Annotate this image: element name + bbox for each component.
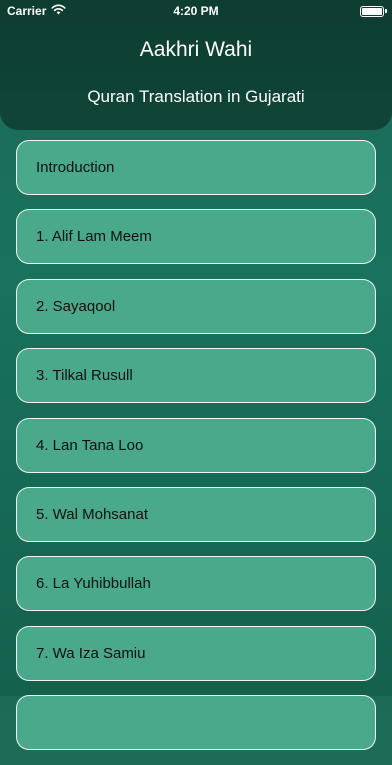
chapter-list: Introduction 1. Alif Lam Meem 2. Sayaqoo… xyxy=(16,140,376,765)
list-item-label: 6. La Yuhibbullah xyxy=(36,575,151,593)
list-item-chapter-5[interactable]: 5. Wal Mohsanat xyxy=(16,486,376,542)
list-item-chapter-3[interactable]: 3. Tilkal Rusull xyxy=(16,348,376,404)
list-item-chapter-6[interactable]: 6. La Yuhibbullah xyxy=(16,556,376,612)
list-item-label: 7. Wa Iza Samiu xyxy=(36,644,146,662)
list-item-label: 2. Sayaqool xyxy=(36,297,116,315)
list-item-chapter-8[interactable] xyxy=(16,695,376,751)
battery-icon xyxy=(360,5,387,17)
list-item-label: 1. Alif Lam Meem xyxy=(36,228,152,246)
list-item-chapter-2[interactable]: 2. Sayaqool xyxy=(16,278,376,334)
app-title: Aakhri Wahi xyxy=(139,38,253,61)
list-item-introduction[interactable]: Introduction xyxy=(16,140,376,195)
list-item-chapter-7[interactable]: 7. Wa Iza Samiu xyxy=(16,625,376,681)
list-item-label: 4. Lan Tana Loo xyxy=(36,436,144,454)
list-item-chapter-4[interactable]: 4. Lan Tana Loo xyxy=(16,417,376,473)
list-item-label: 3. Tilkal Rusull xyxy=(36,367,133,385)
list-item-label: 5. Wal Mohsanat xyxy=(36,505,148,523)
app-header: Carrier 4:20 PM Aakhri Wahi Quran Transl… xyxy=(0,0,392,130)
battery-level xyxy=(362,7,382,15)
carrier-label: Carrier xyxy=(7,4,47,18)
list-item-chapter-1[interactable]: 1. Alif Lam Meem xyxy=(16,209,376,265)
list-item-label: Introduction xyxy=(36,159,115,176)
app-subtitle: Quran Translation in Gujarati xyxy=(87,87,305,106)
wifi-icon xyxy=(51,4,66,18)
status-bar: Carrier 4:20 PM xyxy=(0,0,392,22)
status-left: Carrier xyxy=(7,4,66,18)
